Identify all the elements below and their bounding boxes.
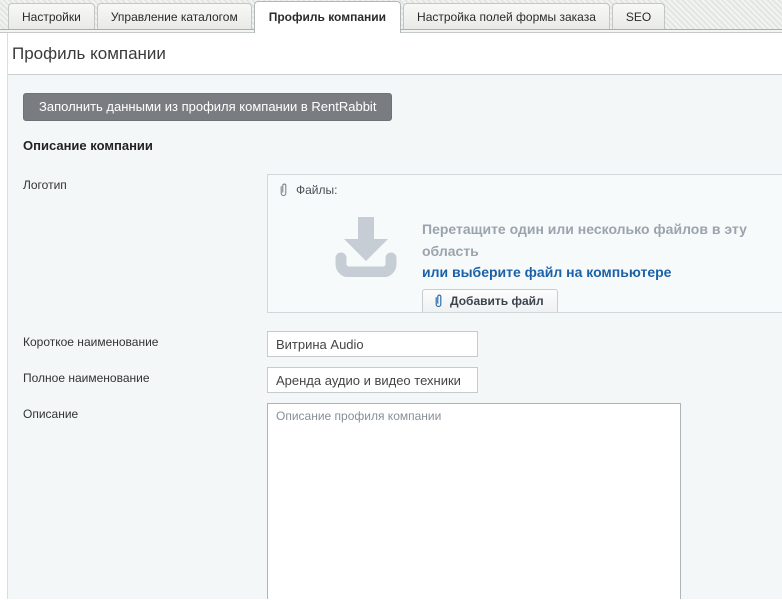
tab-seo[interactable]: SEO (612, 3, 665, 29)
description-textarea[interactable] (267, 403, 681, 599)
paperclip-icon (433, 294, 444, 308)
short-name-label: Короткое наименование (8, 331, 267, 349)
company-profile-form: Логотип Файлы: (8, 174, 782, 599)
tab-settings[interactable]: Настройки (8, 3, 95, 29)
files-header: Файлы: (278, 183, 782, 197)
short-name-input[interactable] (267, 331, 478, 357)
description-label: Описание (8, 403, 267, 421)
drop-hint-text: Перетащите один или несколько файлов в э… (422, 219, 782, 262)
add-file-button-label: Добавить файл (450, 294, 544, 308)
add-file-button[interactable]: Добавить файл (422, 289, 558, 313)
tab-company-profile[interactable]: Профиль компании (254, 1, 401, 33)
files-label: Файлы: (296, 183, 337, 197)
tab-bar: Настройки Управление каталогом Профиль к… (0, 0, 782, 30)
form-row-description: Описание (8, 403, 782, 599)
section-heading-company-description: Описание компании (23, 138, 782, 153)
full-name-label: Полное наименование (8, 367, 267, 385)
file-upload-widget: Файлы: Перетащите один или несколько фай… (267, 174, 782, 313)
content-area: Заполнить данными из профиля компании в … (8, 75, 782, 599)
dropzone[interactable]: Перетащите один или несколько файлов в э… (330, 213, 782, 313)
form-row-logo: Логотип Файлы: (8, 174, 782, 313)
page-title: Профиль компании (12, 44, 772, 64)
choose-file-link[interactable]: или выберите файл на компьютере (422, 262, 671, 283)
download-arrow-icon (330, 213, 402, 277)
paperclip-icon (278, 183, 289, 197)
logo-label: Логотип (8, 174, 267, 192)
main-panel: Профиль компании Заполнить данными из пр… (7, 33, 782, 599)
fill-from-rentrabbit-button[interactable]: Заполнить данными из профиля компании в … (23, 93, 392, 121)
title-strip: Профиль компании (8, 33, 782, 75)
form-row-short-name: Короткое наименование (8, 331, 782, 357)
tab-catalog-management[interactable]: Управление каталогом (97, 3, 252, 29)
tab-order-form-fields[interactable]: Настройка полей формы заказа (403, 3, 610, 29)
full-name-input[interactable] (267, 367, 478, 393)
form-row-full-name: Полное наименование (8, 367, 782, 393)
